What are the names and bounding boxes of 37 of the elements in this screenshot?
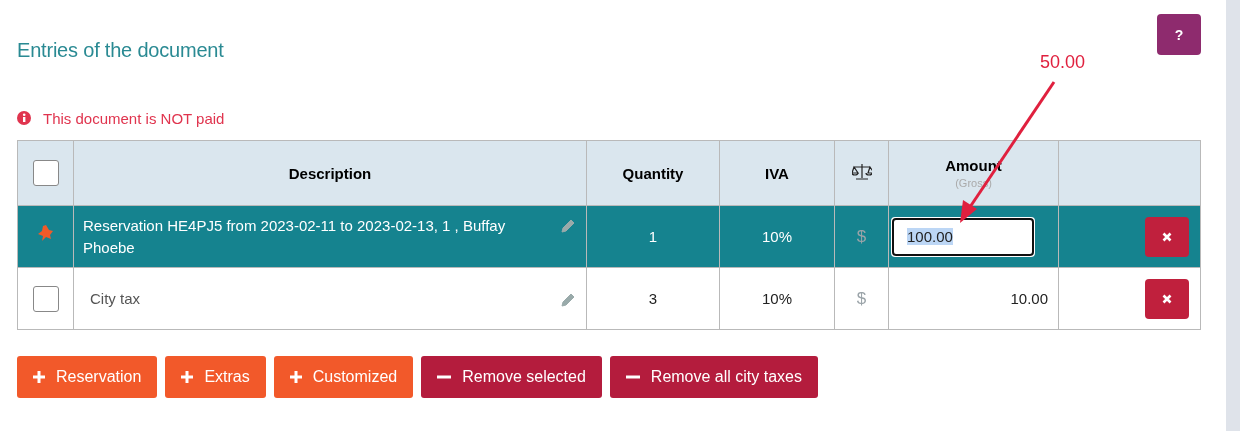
plus-icon bbox=[33, 371, 45, 383]
description-text: City tax bbox=[90, 288, 140, 309]
column-header: Description bbox=[287, 164, 373, 182]
table-row[interactable]: City tax 3 10% $ 10.00 bbox=[17, 267, 1201, 330]
action-button[interactable]: Reservation bbox=[17, 356, 158, 398]
pencil-icon[interactable] bbox=[560, 217, 576, 234]
plus-icon bbox=[289, 371, 302, 383]
pencil-icon[interactable] bbox=[560, 292, 576, 308]
help-button[interactable]: ? bbox=[1157, 14, 1201, 55]
close-icon bbox=[1162, 293, 1172, 304]
iva-value: 10% bbox=[762, 228, 792, 245]
iva-value: 10% bbox=[762, 290, 792, 307]
quantity-value: 1 bbox=[648, 228, 658, 245]
currency-symbol: $ bbox=[856, 226, 867, 246]
action-button[interactable]: Customized bbox=[273, 356, 414, 398]
amount-value: 10.00 bbox=[1010, 290, 1048, 307]
action-button[interactable]: Extras bbox=[165, 356, 266, 398]
close-icon bbox=[1162, 231, 1172, 242]
delete-button[interactable] bbox=[1145, 216, 1189, 257]
amount-input[interactable]: 100.00 bbox=[893, 218, 1033, 255]
description-text: Reservation HE4PJ5 from 2023-02-11 to 2023-02-13, 1 , Buffay Phoebe bbox=[83, 215, 507, 258]
annotation-text: 50.00 bbox=[1040, 52, 1086, 73]
column-header: IVA bbox=[764, 164, 790, 182]
action-button[interactable]: Remove selected bbox=[421, 356, 602, 398]
delete-button[interactable] bbox=[1145, 278, 1189, 319]
section-title: Entries of the document bbox=[17, 39, 224, 62]
checkbox[interactable] bbox=[32, 285, 59, 312]
scale-icon bbox=[851, 162, 872, 181]
info-icon bbox=[17, 111, 31, 125]
action-button[interactable]: Remove all city taxes bbox=[609, 356, 818, 398]
table-row[interactable]: Reservation HE4PJ5 from 2023-02-11 to 2023-02-13, 1 , Buffay Phoebe 1 10% $ 100.00 bbox=[17, 205, 1201, 268]
notice-text: This document is NOT paid bbox=[43, 109, 225, 127]
column-header: Quantity bbox=[621, 164, 685, 182]
currency-symbol: $ bbox=[856, 288, 867, 308]
plus-icon bbox=[181, 371, 194, 383]
quantity-value: 3 bbox=[648, 290, 658, 307]
checkbox[interactable] bbox=[32, 160, 59, 186]
